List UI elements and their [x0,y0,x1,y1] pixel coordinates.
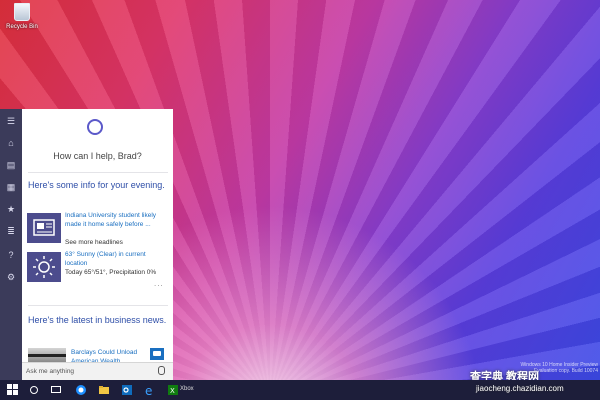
cortana-rail: ☰ ⌂ ▤ ▦ ★ ≣ ? ⚙ [0,109,22,380]
home-icon[interactable]: ⌂ [5,137,17,149]
chat-bubble-icon [153,351,161,356]
recycle-bin-icon [14,3,30,21]
divider [28,305,168,306]
weather-forecast: Today 65°/51°, Precipitation 0% [65,269,157,276]
weather-current-link[interactable]: 63° Sunny (Clear) in current location [65,251,169,268]
outlook-icon[interactable] [120,383,134,397]
feedback-button[interactable] [150,348,164,360]
search-button[interactable] [27,383,41,397]
xbox-taskbar-label: Xbox [180,386,194,392]
divider [28,172,168,173]
help-icon[interactable]: ? [5,249,17,261]
task-view-button[interactable] [49,383,63,397]
calendar-icon[interactable]: ▦ [5,181,17,193]
desktop-background: Recycle Bin ☰ ⌂ ▤ ▦ ★ ≣ ? ⚙ How can I he… [0,0,600,400]
cortana-panel: How can I help, Brad? Here's some info f… [22,109,173,380]
windows-logo-icon [7,384,12,389]
xbox-icon[interactable]: X [166,383,180,397]
svg-text:e: e [145,384,152,397]
taskbar: e X Xbox jiaocheng.chazidian.com [0,380,600,400]
newspaper-icon[interactable] [27,213,61,243]
microphone-icon[interactable] [158,366,165,375]
cortana-search-box [22,362,173,380]
file-explorer-icon[interactable] [97,383,111,397]
search-icon [30,386,38,394]
windows-logo-pane [7,390,12,395]
business-section-title: Here's the latest in business news. [28,315,167,325]
news-headline-link[interactable]: Indiana University student likely made i… [65,212,169,229]
site-url-watermark: jiaocheng.chazidian.com [476,384,564,393]
start-button[interactable] [6,383,20,397]
windows-logo-pane [13,384,18,389]
cortana-logo-icon [87,119,103,135]
see-more-headlines-link[interactable]: See more headlines [65,239,169,246]
news-thumbnail[interactable] [28,348,66,362]
settings-icon[interactable]: ⚙ [5,271,17,283]
task-view-icon [51,386,61,393]
hamburger-icon[interactable]: ☰ [5,115,17,127]
recycle-bin-label: Recycle Bin [6,24,38,30]
windows-logo-pane [13,390,18,395]
ask-me-anything-input[interactable] [26,365,146,377]
svg-text:X: X [170,387,175,395]
edge-icon[interactable]: e [143,383,157,398]
info-section-title: Here's some info for your evening. [28,180,165,190]
cortana-greeting: How can I help, Brad? [53,151,142,161]
list-icon[interactable]: ≣ [5,225,17,237]
sun-icon[interactable] [27,252,61,282]
notebook-icon[interactable]: ▤ [5,159,17,171]
ie-icon[interactable] [74,383,88,397]
more-options-button[interactable]: ... [154,279,164,288]
recycle-bin-shortcut[interactable]: Recycle Bin [4,3,40,30]
star-icon[interactable]: ★ [5,203,17,215]
